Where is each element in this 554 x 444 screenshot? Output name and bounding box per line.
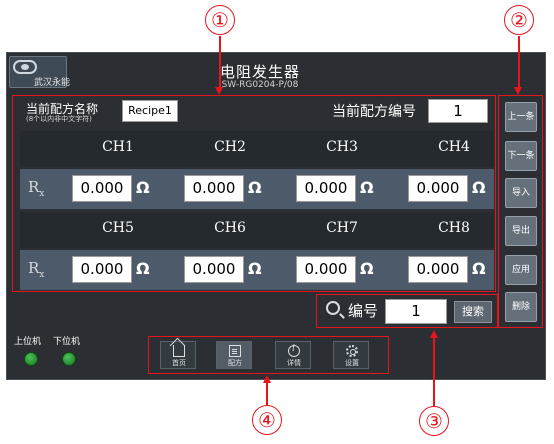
lower-host-status-led [62, 352, 76, 366]
upper-host-label: 上位机 [14, 337, 42, 347]
lower-host-label: 下位机 [53, 337, 81, 347]
device-model: SW-RG0204-P/08 [221, 80, 299, 90]
callout-arrow [263, 375, 271, 383]
callout-line [433, 338, 435, 406]
callout-4: ④ [252, 405, 282, 435]
annotation-box-side-buttons [498, 95, 543, 328]
annotation-box-main [12, 95, 496, 292]
callout-line [518, 36, 520, 88]
annotation-box-search [316, 294, 498, 328]
callout-2: ② [504, 5, 534, 35]
upper-host-status-led [24, 352, 38, 366]
device-title: 电阻发生器 [219, 63, 300, 81]
callout-arrow [514, 87, 522, 95]
callout-3: ③ [419, 406, 449, 436]
callout-line [219, 36, 221, 88]
callout-arrow [430, 330, 438, 338]
callout-1: ① [205, 5, 235, 35]
callout-arrow [215, 87, 223, 95]
annotation-box-nav [148, 336, 389, 374]
callout-line [266, 383, 268, 405]
